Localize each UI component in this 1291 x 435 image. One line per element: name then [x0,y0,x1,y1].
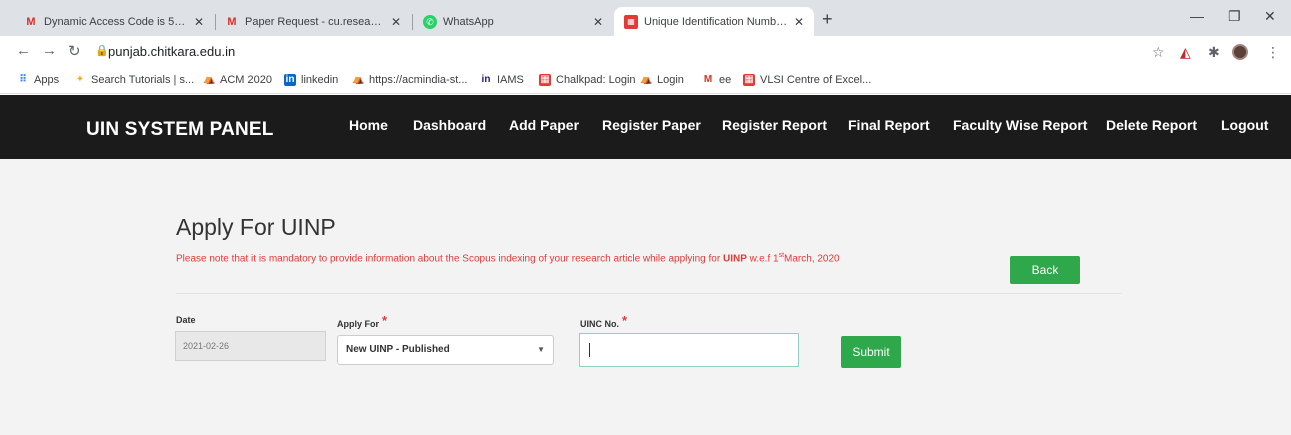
site-navbar: UIN SYSTEM PANEL Home Dashboard Add Pape… [0,95,1291,159]
close-icon[interactable]: ✕ [593,15,603,29]
main-content: Apply For UINP Please note that it is ma… [0,159,1291,435]
tab-title: WhatsApp [443,15,494,28]
nav-delete-report[interactable]: Delete Report [1106,117,1197,133]
tutorial-icon: ✦ [75,74,85,85]
apps-grid-icon: ⠿ [19,74,27,85]
bookmark-item[interactable]: in IAMS [480,74,524,86]
divider [176,293,1122,294]
bookmark-item[interactable]: ⠿ Apps [17,74,59,86]
close-icon[interactable]: ✕ [391,15,401,29]
bookmark-label: Login [657,74,684,86]
page-title: Apply For UINP [176,214,336,240]
date-field: 2021-02-26 [175,331,326,361]
notice-text: w.e.f 1 [746,253,779,265]
bookmark-label: Search Tutorials | s... [91,74,195,86]
lock-icon: 🔒 [95,45,109,57]
date-label: Date [176,315,196,325]
forward-arrow-icon[interactable]: → [42,42,57,59]
whatsapp-icon: ✆ [423,14,437,29]
menu-dots-icon[interactable]: ⋮ [1266,44,1280,61]
browser-tab[interactable]: ✆ WhatsApp ✕ [413,7,613,36]
notice-bold: UINP [722,253,747,265]
apply-for-select[interactable]: New UINP - Published ▼ [337,335,554,365]
nav-logout[interactable]: Logout [1221,117,1268,133]
minimize-icon[interactable]: — [1190,8,1204,24]
chalkpad-icon: ▦ [539,74,551,86]
iams-icon: in [481,74,491,85]
bookmark-label: IAMS [497,74,524,86]
nav-register-paper[interactable]: Register Paper [602,117,701,133]
uinc-label-text: UINC No. [580,319,619,329]
close-icon[interactable]: ✕ [194,15,204,29]
bookmark-item[interactable]: ▦ Chalkpad: Login [539,74,636,86]
gmail-icon: M [703,74,713,85]
new-tab-icon[interactable]: + [822,9,833,30]
back-arrow-icon[interactable]: ← [16,42,31,59]
bookmark-label: ee [719,74,732,86]
bookmark-label: linkedin [301,74,339,86]
star-icon[interactable]: ☆ [1152,44,1165,61]
restore-icon[interactable]: ❐ [1228,8,1241,25]
tab-title: Dynamic Access Code is 529e673 [44,15,188,28]
bookmark-label: Chalkpad: Login [556,74,636,86]
puzzle-icon[interactable]: ✱ [1208,44,1220,61]
nav-add-paper[interactable]: Add Paper [509,117,579,133]
brand-title[interactable]: UIN SYSTEM PANEL [86,119,274,141]
apply-for-label-text: Apply For [337,319,379,329]
nav-dashboard[interactable]: Dashboard [413,117,486,133]
apply-for-selected-value: New UINP - Published [346,344,450,355]
vlsi-icon: ▦ [743,74,755,86]
nav-home[interactable]: Home [349,117,388,133]
address-bar: ← → ↻ 🔒 punjab.chitkara.edu.in ☆ ◭ ✱ ⋮ [0,36,1291,68]
uinc-label: UINC No. * [580,313,628,330]
profile-avatar[interactable] [1232,44,1248,60]
nav-final-report[interactable]: Final Report [848,117,930,133]
bookmark-item[interactable]: M ee [702,74,731,86]
bookmarks-bar: ⠿ Apps ✦ Search Tutorials | s... ⛺ ACM 2… [0,68,1291,94]
url-field[interactable]: punjab.chitkara.edu.in [108,44,235,59]
back-button[interactable]: Back [1010,256,1080,284]
browser-tab[interactable]: M Paper Request - cu.research@chi ✕ [215,7,411,36]
bookmark-label: Apps [34,74,60,86]
gmail-icon: M [26,15,36,28]
gmail-icon: M [227,15,237,28]
submit-button[interactable]: Submit [841,336,901,368]
required-asterisk: * [622,313,628,328]
bookmark-item[interactable]: ✦ Search Tutorials | s... [74,74,194,86]
bookmark-item[interactable]: ⛺ Login [640,74,684,86]
notice-text: March, 2020 [784,253,840,265]
reload-icon[interactable]: ↻ [68,42,81,60]
site-icon: ▦ [624,14,638,29]
browser-tab-active[interactable]: ▦ Unique Identification Number fo ✕ [614,7,814,36]
acm-icon: ⛺ [352,74,365,85]
bookmark-item[interactable]: ⛺ ACM 2020 [203,74,272,86]
notice-text: Please note that it is mandatory to prov… [176,253,723,265]
apply-for-label: Apply For * [337,313,388,330]
browser-tabstrip: M Dynamic Access Code is 529e673 ✕ M Pap… [0,0,1291,36]
tab-title: Unique Identification Number fo [644,15,788,28]
acm-icon: ⛺ [203,74,216,85]
window-close-icon[interactable]: ✕ [1264,8,1276,25]
nav-register-report[interactable]: Register Report [722,117,827,133]
bookmark-item[interactable]: ▦ VLSI Centre of Excel... [743,74,871,86]
uinc-input[interactable] [579,333,799,367]
tab-title: Paper Request - cu.research@chi [245,15,385,28]
acm-icon: ⛺ [640,74,653,85]
scopus-notice: Please note that it is mandatory to prov… [176,252,840,264]
close-icon[interactable]: ✕ [794,15,804,29]
bookmark-label: VLSI Centre of Excel... [760,74,872,86]
text-cursor [589,343,590,358]
browser-tab[interactable]: M Dynamic Access Code is 529e673 ✕ [14,7,214,36]
extension-icon[interactable]: ◭ [1180,44,1191,61]
nav-faculty-wise-report[interactable]: Faculty Wise Report [953,117,1087,133]
chevron-down-icon: ▼ [537,345,545,354]
bookmark-item[interactable]: in linkedin [284,74,338,86]
required-asterisk: * [382,313,388,328]
linkedin-icon: in [284,74,296,86]
bookmark-label: ACM 2020 [220,74,272,86]
bookmark-label: https://acmindia-st... [369,74,468,86]
bookmark-item[interactable]: ⛺ https://acmindia-st... [352,74,467,86]
